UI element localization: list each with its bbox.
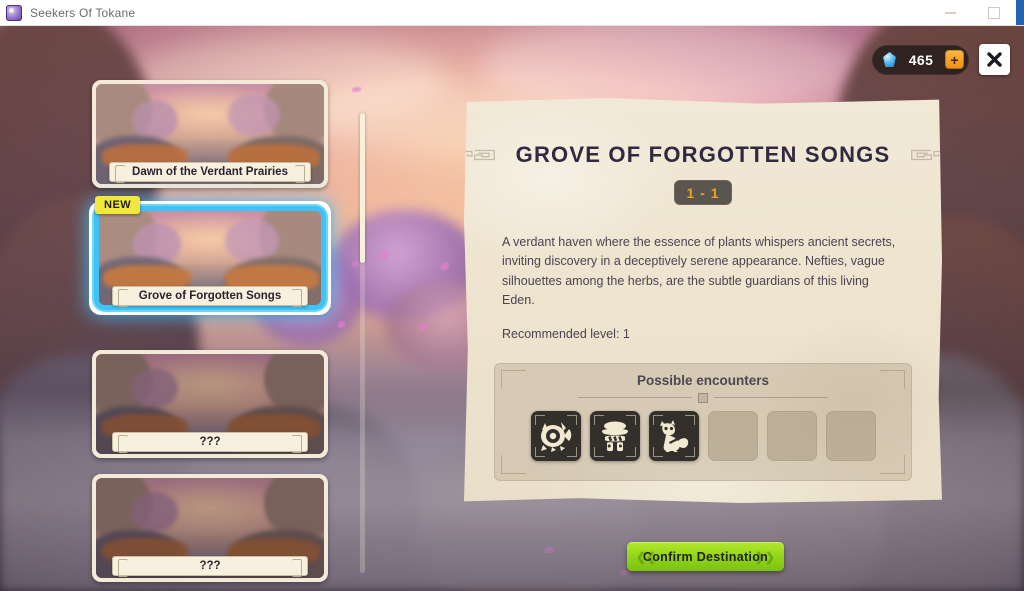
card-frame: Dawn of the Verdant Prairies: [92, 80, 328, 188]
divider-diamond-icon: [698, 392, 708, 403]
card-label: Dawn of the Verdant Prairies: [109, 162, 311, 183]
ornament-left-icon: [464, 149, 495, 161]
game-stage: 465 + Dawn of the Verdant Prairies NEW G…: [0, 25, 1024, 591]
petal: [352, 87, 361, 92]
window-accent-strip: [1016, 0, 1024, 25]
slot-bracket: [649, 411, 699, 461]
divider-line: [714, 397, 828, 398]
close-icon: [987, 52, 1002, 67]
encounter-slot[interactable]: [589, 410, 640, 461]
chevron-right-ornament-icon: ❯❯: [754, 549, 775, 564]
level-description: A verdant haven where the essence of pla…: [502, 235, 896, 308]
panel-header: GROVE OF FORGOTTEN SONGS: [464, 142, 942, 168]
recommended-level: Recommended level: 1: [502, 326, 630, 341]
thumb-foliage: [228, 94, 280, 136]
card-label: ???: [112, 556, 308, 577]
encounter-slot[interactable]: [530, 410, 581, 461]
petal: [545, 547, 554, 553]
encounter-slot-row: [494, 410, 912, 461]
hud-top-right: 465 +: [872, 44, 1010, 75]
encounter-slot-hidden: [825, 410, 876, 461]
maximize-icon: [988, 6, 1000, 19]
stage-badge: 1 - 1: [674, 180, 732, 205]
encounters-title: Possible encounters: [636, 372, 770, 388]
petal: [419, 323, 427, 330]
minimize-button[interactable]: [928, 0, 972, 25]
close-button[interactable]: [979, 44, 1010, 75]
slot-bracket: [590, 411, 640, 461]
petal: [381, 251, 389, 259]
add-currency-button[interactable]: +: [945, 50, 964, 69]
possible-encounters-section: Possible encounters: [494, 362, 912, 481]
encounter-slot-hidden: [707, 410, 758, 461]
card-label: Grove of Forgotten Songs: [112, 286, 308, 307]
card-frame: ???: [92, 474, 328, 582]
confirm-destination-label: Confirm Destination: [642, 549, 769, 564]
divider-line: [578, 397, 692, 398]
level-detail-panel: GROVE OF FORGOTTEN SONGS 1 - 1 A verdant…: [464, 98, 942, 503]
app-icon: [6, 4, 22, 21]
level-card-selected[interactable]: NEW Grove of Forgotten Songs: [92, 196, 328, 312]
slot-bracket: [531, 411, 581, 461]
window-titlebar: Seekers Of Tokane: [0, 0, 1024, 26]
thumb-foliage: [132, 100, 178, 140]
level-list-scrollbar-thumb[interactable]: [360, 113, 365, 263]
chevron-left-ornament-icon: ❮❮: [636, 549, 657, 564]
card-frame: ???: [92, 350, 328, 458]
ornament-right-icon: [911, 149, 942, 161]
level-card-list[interactable]: Dawn of the Verdant Prairies NEW Grove o…: [92, 80, 328, 591]
currency-amount: 465: [908, 51, 934, 68]
maximize-button[interactable]: [972, 0, 1016, 25]
encounter-slot-hidden: [766, 410, 817, 461]
card-label: ???: [112, 432, 308, 453]
page-title: GROVE OF FORGOTTEN SONGS: [515, 142, 891, 167]
encounters-divider: [578, 392, 828, 403]
encounter-slot[interactable]: [648, 410, 699, 461]
minimize-icon: [944, 11, 956, 14]
window-title: Seekers Of Tokane: [30, 5, 136, 20]
confirm-destination-button[interactable]: ❮❮ Confirm Destination ❯❯: [627, 542, 784, 571]
petal: [338, 321, 345, 328]
card-frame: Grove of Forgotten Songs: [92, 204, 328, 312]
level-list-scrollbar-track[interactable]: [360, 113, 365, 573]
currency-display: 465 +: [872, 44, 969, 75]
petal: [620, 570, 628, 575]
game-window: Seekers Of Tokane 465 + Dawn of the Verd…: [0, 0, 1024, 591]
petal: [441, 262, 449, 270]
gem-icon: [883, 52, 896, 67]
level-card-locked[interactable]: ???: [92, 474, 328, 582]
petal: [352, 261, 358, 267]
new-badge: NEW: [95, 196, 141, 214]
level-card[interactable]: Dawn of the Verdant Prairies: [92, 80, 328, 188]
level-card-locked[interactable]: ???: [92, 350, 328, 458]
